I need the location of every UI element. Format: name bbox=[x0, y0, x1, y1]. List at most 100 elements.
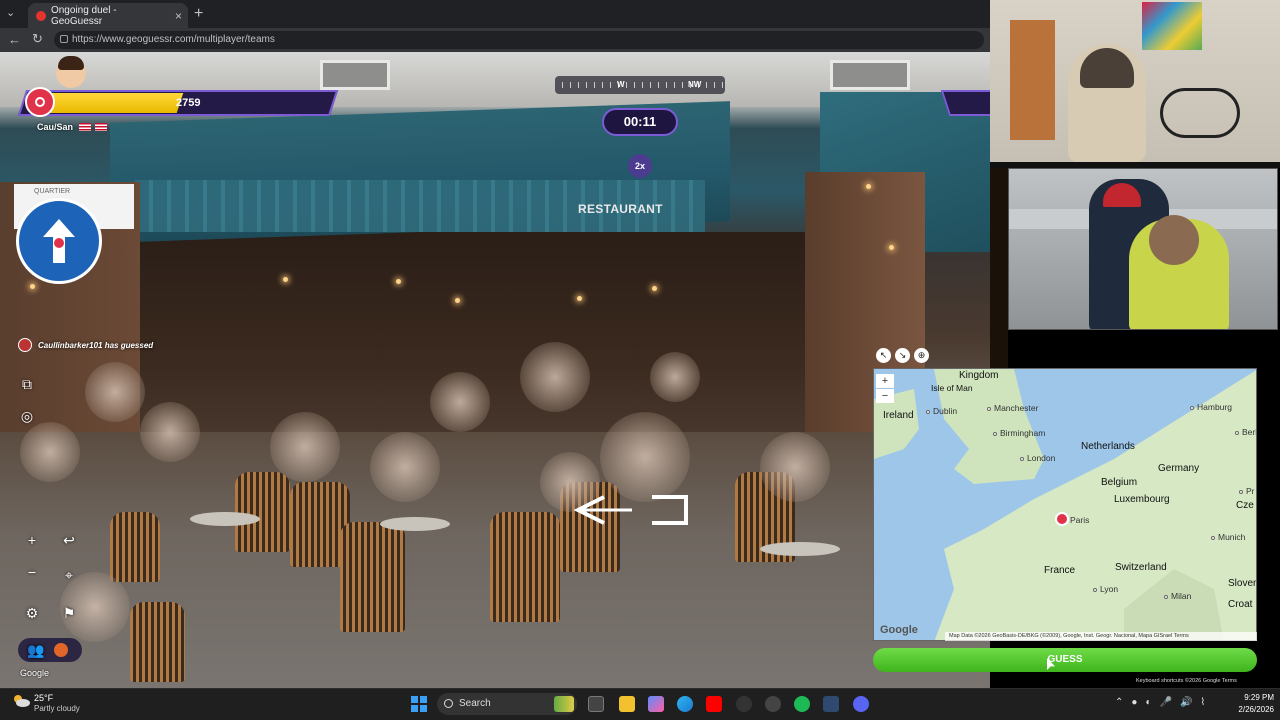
map-city-berlin: Berlin bbox=[1235, 427, 1256, 437]
map-toolbar: ↖ ↘ ⊕ bbox=[876, 348, 929, 366]
map-google-logo: Google bbox=[880, 624, 918, 636]
clock-date[interactable]: 2/26/2026 bbox=[1228, 705, 1274, 714]
network-icon[interactable]: ⌇ bbox=[1200, 697, 1205, 708]
zoom-in-button[interactable]: + bbox=[20, 528, 44, 552]
map-city-birmingham: Birmingham bbox=[993, 428, 1045, 438]
string-light bbox=[652, 286, 657, 291]
chevron-up-icon[interactable]: ⌃ bbox=[1115, 697, 1123, 708]
building-window bbox=[320, 60, 390, 90]
weather-temperature[interactable]: 25°F bbox=[34, 693, 53, 703]
map-zoom-out-button[interactable]: − bbox=[876, 389, 894, 403]
map-shrink-icon[interactable]: ↘ bbox=[895, 348, 910, 363]
compass-northwest: NW bbox=[688, 80, 702, 89]
copilot-icon[interactable] bbox=[648, 696, 664, 712]
player-avatar-icon bbox=[18, 338, 32, 352]
volume-icon[interactable]: 🔊 bbox=[1180, 697, 1192, 708]
tray-app-icon[interactable]: ◐ bbox=[1145, 697, 1151, 708]
blurred-face bbox=[650, 352, 700, 402]
guess-notification-text: Caullinbarker101 has guessed bbox=[38, 340, 154, 350]
file-explorer-icon[interactable] bbox=[619, 696, 635, 712]
guess-notification: Caullinbarker101 has guessed bbox=[18, 338, 153, 352]
map-label-croatia: Croat bbox=[1228, 599, 1253, 610]
rattan-chair bbox=[110, 512, 160, 582]
return-to-start-icon[interactable]: ⌖ bbox=[57, 563, 81, 587]
tab-search-icon[interactable]: ⌄ bbox=[6, 6, 15, 19]
map-city-hamburg: Hamburg bbox=[1190, 402, 1232, 412]
guess-button[interactable]: GUESS bbox=[873, 648, 1257, 672]
guess-map[interactable]: Kingdom Isle of Man Ireland Netherlands … bbox=[873, 368, 1257, 641]
string-light bbox=[30, 284, 35, 289]
map-label-netherlands: Netherlands bbox=[1081, 441, 1135, 452]
damage-multiplier-badge: 2x bbox=[628, 154, 652, 178]
system-tray: ⌃ ● ◐ 🎤 🔊 ⌇ bbox=[1115, 697, 1205, 708]
streamer-head bbox=[1149, 215, 1199, 265]
reload-icon[interactable]: ↻ bbox=[32, 31, 43, 47]
app-window-icon[interactable] bbox=[823, 696, 839, 712]
team-pin-icon bbox=[25, 87, 55, 117]
new-tab-button[interactable]: + bbox=[194, 5, 203, 23]
map-city-manchester: Manchester bbox=[987, 403, 1038, 413]
browser-tab[interactable]: Ongoing duel - GeoGuessr × bbox=[28, 3, 188, 28]
map-city-munich: Munich bbox=[1211, 532, 1245, 542]
string-light bbox=[889, 245, 894, 250]
edge-icon[interactable] bbox=[677, 696, 693, 712]
map-city-lyon: Lyon bbox=[1093, 584, 1118, 594]
map-label-france: France bbox=[1044, 565, 1076, 576]
bistro-table bbox=[760, 542, 840, 556]
settings-gear-icon[interactable]: ⚙ bbox=[20, 601, 44, 625]
map-expand-icon[interactable]: ↖ bbox=[876, 348, 891, 363]
string-light bbox=[866, 184, 871, 189]
weather-description[interactable]: Partly cloudy bbox=[34, 704, 80, 713]
string-light bbox=[455, 298, 460, 303]
map-zoom-in-button[interactable]: + bbox=[876, 374, 894, 388]
site-info-icon[interactable] bbox=[60, 35, 68, 43]
streamer-webcam bbox=[990, 0, 1280, 162]
app-icon[interactable] bbox=[765, 696, 781, 712]
compass-west: W bbox=[617, 80, 625, 89]
team-name: Cau/San bbox=[37, 122, 74, 132]
street-view-panorama[interactable]: RESTAURANT bbox=[0, 52, 990, 688]
close-tab-icon[interactable]: × bbox=[175, 9, 182, 23]
map-label-belgium: Belgium bbox=[1101, 477, 1138, 488]
microphone-icon[interactable]: 🎤 bbox=[1159, 697, 1171, 708]
search-highlight-icon[interactable] bbox=[554, 696, 574, 712]
flag-icon[interactable]: ⚑ bbox=[57, 601, 81, 625]
team-chat-icon[interactable]: 👥 bbox=[24, 638, 48, 662]
string-light bbox=[396, 279, 401, 284]
back-arrow-icon[interactable]: ← bbox=[8, 32, 21, 47]
emote-icon[interactable] bbox=[54, 643, 68, 657]
undo-move-icon[interactable]: ↩ bbox=[57, 528, 81, 552]
blurred-face bbox=[600, 412, 690, 502]
map-pin-toggle-icon[interactable]: ⊕ bbox=[914, 348, 929, 363]
wooden-door bbox=[1010, 20, 1055, 140]
report-icon[interactable]: ⧉ bbox=[15, 372, 39, 396]
map-city-milan: Milan bbox=[1164, 591, 1191, 601]
tray-app-icon[interactable]: ● bbox=[1131, 697, 1137, 708]
search-icon bbox=[444, 699, 453, 708]
url-field[interactable]: https://www.geoguessr.com/multiplayer/te… bbox=[54, 31, 984, 49]
compass-icon[interactable]: ◎ bbox=[15, 404, 39, 428]
zoom-out-button[interactable]: − bbox=[20, 560, 44, 584]
wall-posters bbox=[1142, 2, 1202, 50]
compass-bar: W NW bbox=[555, 76, 725, 94]
partly-cloudy-icon[interactable] bbox=[12, 694, 30, 708]
map-city-prague: Pr bbox=[1239, 486, 1255, 496]
clock-time[interactable]: 9:29 PM bbox=[1234, 693, 1274, 702]
blurred-face bbox=[140, 402, 200, 462]
map-footer-links[interactable]: Keyboard shortcuts ©2026 Google Terms bbox=[1130, 676, 1280, 686]
obs-icon[interactable] bbox=[736, 696, 752, 712]
guess-marker-icon[interactable] bbox=[1055, 512, 1069, 526]
windows-start-icon[interactable] bbox=[411, 696, 427, 712]
youtube-icon[interactable] bbox=[706, 696, 722, 712]
pano-move-arrow-icon[interactable] bbox=[572, 492, 690, 528]
quartier-sign-text: QUARTIER bbox=[34, 188, 71, 195]
bicycle bbox=[1160, 88, 1240, 138]
discord-icon[interactable] bbox=[853, 696, 869, 712]
task-view-icon[interactable] bbox=[588, 696, 604, 712]
spotify-icon[interactable] bbox=[794, 696, 810, 712]
blurred-face bbox=[520, 342, 590, 412]
blurred-face bbox=[85, 362, 145, 422]
blurred-face bbox=[430, 372, 490, 432]
emote-bar[interactable]: 👥 bbox=[18, 638, 82, 662]
up-arrow-icon bbox=[43, 219, 75, 263]
